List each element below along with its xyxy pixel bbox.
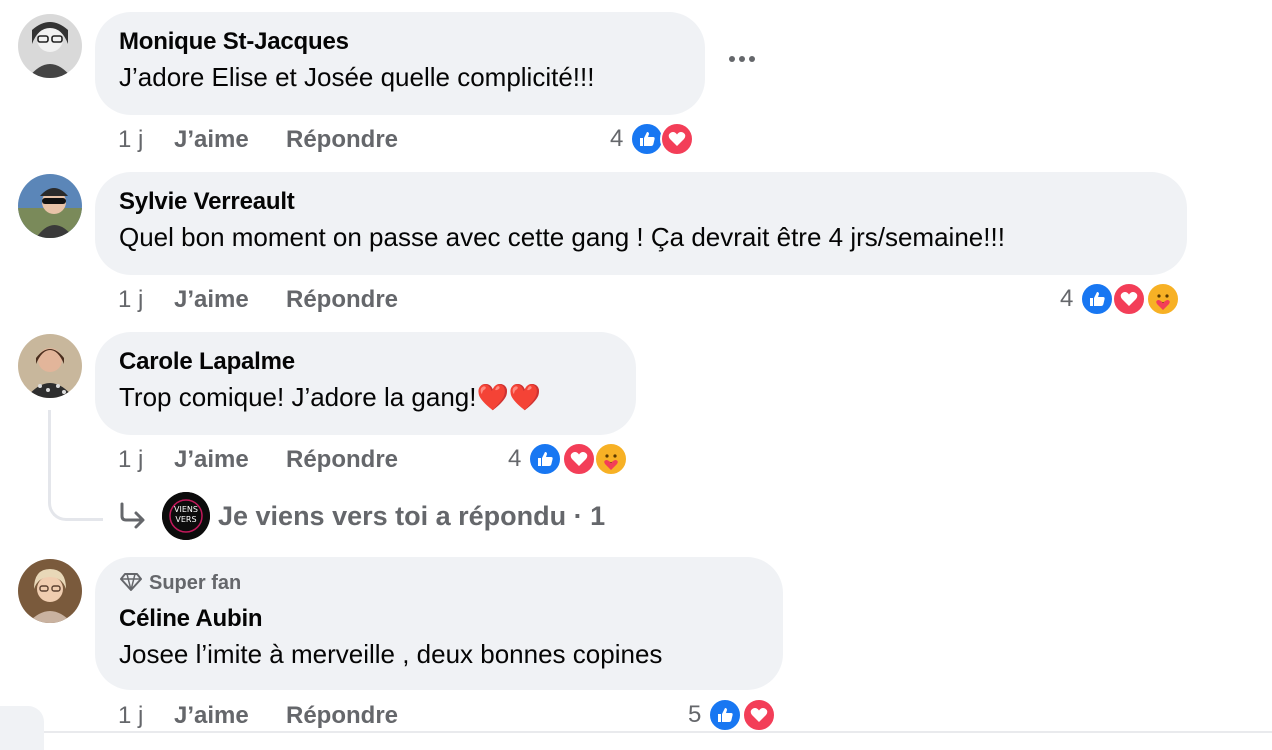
reaction-summary[interactable]: 4 — [508, 441, 632, 477]
comment-time[interactable]: 1 j — [118, 123, 143, 157]
comment-author[interactable]: Céline Aubin — [119, 603, 759, 635]
thread-connector — [48, 410, 103, 521]
comment-text: J’adore Elise et Josée quelle complicité… — [119, 62, 595, 92]
comment-text: Josee l’imite à merveille , deux bonnes … — [119, 639, 663, 669]
comment-time[interactable]: 1 j — [118, 283, 143, 317]
comment-text: Quel bon moment on passe avec cette gang… — [119, 222, 1005, 252]
avatar[interactable] — [18, 14, 82, 78]
reply-button[interactable]: Répondre — [286, 283, 398, 317]
reaction-count: 4 — [508, 445, 522, 472]
divider — [44, 731, 1272, 733]
reaction-summary[interactable]: 4 — [610, 121, 700, 157]
super-fan-badge[interactable]: Super fan — [119, 569, 759, 597]
diamond-icon — [120, 573, 142, 591]
badge-label: Super fan — [149, 572, 242, 594]
reaction-count: 4 — [1060, 285, 1074, 312]
comment-author[interactable]: Carole Lapalme — [119, 346, 612, 378]
reply-button[interactable]: Répondre — [286, 443, 398, 477]
replies-summary[interactable]: Je viens vers toi a répondu · 1 — [218, 498, 605, 534]
care-reaction-icon — [594, 442, 628, 476]
reaction-count: 5 — [688, 701, 702, 728]
comment-time[interactable]: 1 j — [118, 699, 143, 733]
comment-bubble: Sylvie Verreault Quel bon moment on pass… — [95, 172, 1187, 275]
comment-time[interactable]: 1 j — [118, 443, 143, 477]
comment-bubble: Monique St-Jacques J’adore Elise et José… — [95, 12, 705, 115]
love-reaction-icon — [660, 122, 694, 156]
avatar[interactable] — [18, 559, 82, 623]
reply-button[interactable]: Répondre — [286, 123, 398, 157]
care-reaction-icon — [1146, 282, 1180, 316]
like-button[interactable]: J’aime — [174, 123, 249, 157]
like-reaction-icon — [630, 122, 664, 156]
composer-corner — [0, 706, 44, 750]
reply-button[interactable]: Répondre — [286, 699, 398, 733]
like-button[interactable]: J’aime — [174, 443, 249, 477]
comment-author[interactable]: Sylvie Verreault — [119, 186, 1163, 218]
like-button[interactable]: J’aime — [174, 699, 249, 733]
avatar[interactable] — [18, 334, 82, 398]
reply-arrow-icon — [120, 502, 145, 529]
comment-author[interactable]: Monique St-Jacques — [119, 26, 681, 58]
love-reaction-icon — [742, 698, 776, 732]
reaction-count: 4 — [610, 125, 624, 152]
reaction-summary[interactable]: 4 — [1060, 281, 1184, 317]
like-reaction-icon — [528, 442, 562, 476]
page-avatar[interactable]: VIENS VERS — [162, 492, 210, 540]
comment-bubble: Super fan Céline Aubin Josee l’imite à m… — [95, 557, 783, 690]
love-reaction-icon — [1112, 282, 1146, 316]
more-options-icon[interactable] — [727, 54, 757, 64]
comment-text: Trop comique! J’adore la gang!❤️❤️ — [119, 382, 542, 412]
avatar[interactable] — [18, 174, 82, 238]
like-button[interactable]: J’aime — [174, 283, 249, 317]
like-reaction-icon — [1080, 282, 1114, 316]
reaction-summary[interactable]: 5 — [688, 697, 780, 733]
comment-bubble: Carole Lapalme Trop comique! J’adore la … — [95, 332, 636, 435]
svg-text:VERS: VERS — [175, 515, 196, 524]
love-reaction-icon — [562, 442, 596, 476]
like-reaction-icon — [708, 698, 742, 732]
svg-text:VIENS: VIENS — [174, 505, 198, 514]
